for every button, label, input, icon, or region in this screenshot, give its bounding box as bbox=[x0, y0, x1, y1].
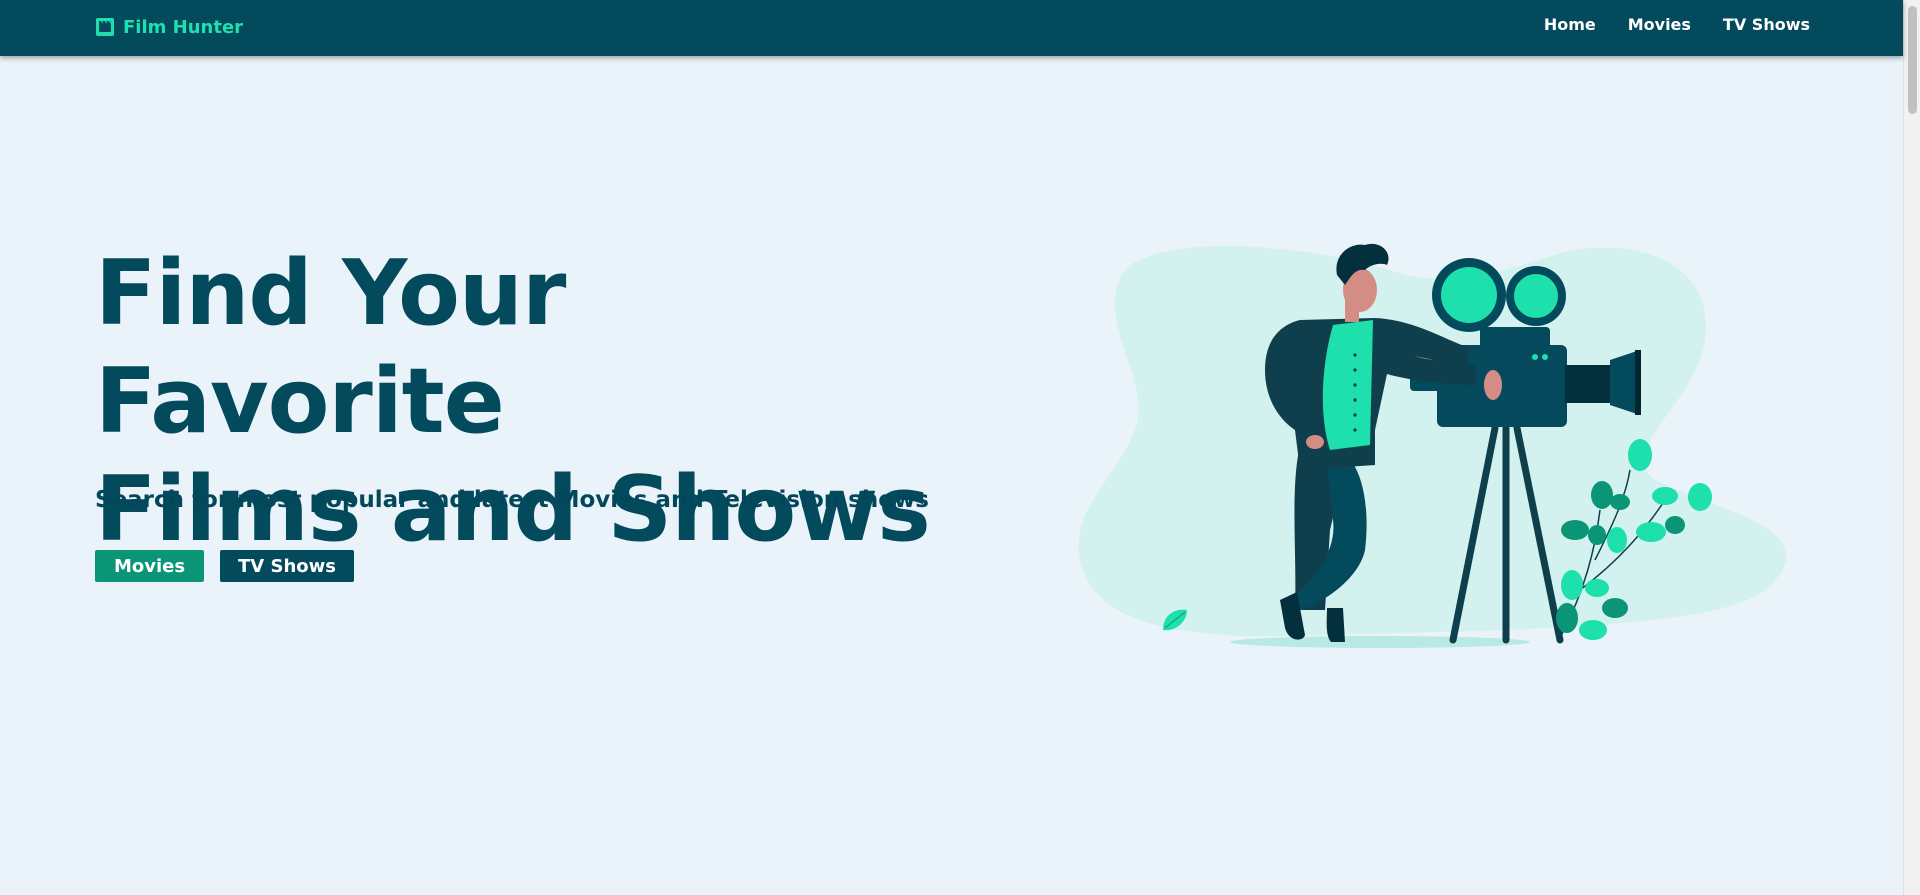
nav-link-tv-shows[interactable]: TV Shows bbox=[1723, 15, 1810, 34]
brand-name: Film Hunter bbox=[123, 16, 244, 38]
brand-link[interactable]: Film Hunter bbox=[95, 14, 243, 40]
hero-title: Find Your Favorite Films and Shows bbox=[95, 240, 995, 564]
nav-link-movies[interactable]: Movies bbox=[1628, 15, 1691, 34]
scrollbar-thumb[interactable] bbox=[1908, 6, 1917, 114]
top-navbar: Film Hunter Home Movies TV Shows bbox=[0, 0, 1903, 56]
man-with-film-camera-illustration bbox=[1078, 243, 1787, 648]
film-clapper-icon bbox=[96, 18, 114, 36]
nav-link-home[interactable]: Home bbox=[1544, 15, 1596, 34]
movies-button[interactable]: Movies bbox=[95, 550, 204, 582]
tv-shows-button[interactable]: TV Shows bbox=[220, 550, 354, 582]
page-scrollbar[interactable] bbox=[1903, 0, 1920, 895]
hero-buttons: Movies TV Shows bbox=[95, 550, 354, 582]
nav-links: Home Movies TV Shows bbox=[1544, 15, 1810, 34]
hero-title-line-1: Find Your Favorite bbox=[95, 241, 566, 454]
hero-subtitle: Search for most popular and latest Movie… bbox=[95, 487, 929, 513]
